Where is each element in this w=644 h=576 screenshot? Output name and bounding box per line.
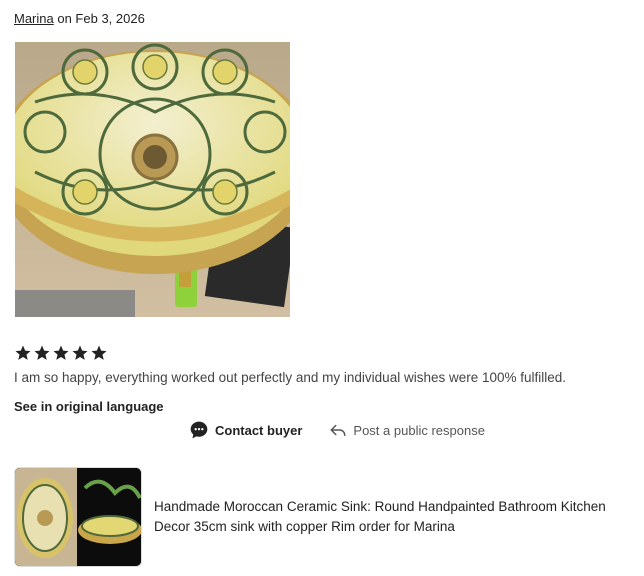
star-icon — [34, 345, 50, 360]
chat-bubble-icon — [190, 421, 208, 439]
review-actions: Contact buyer Post a public response — [189, 420, 485, 440]
contact-buyer-label: Contact buyer — [215, 422, 303, 438]
contact-buyer-button[interactable]: Contact buyer — [189, 420, 302, 440]
see-original-language-link[interactable]: See in original language — [14, 399, 164, 414]
review-text: I am so happy, everything worked out per… — [14, 370, 567, 385]
reply-arrow-icon — [330, 424, 346, 436]
listing-image — [15, 468, 141, 566]
listing-thumbnail — [14, 467, 142, 567]
post-public-response-button[interactable]: Post a public response — [329, 421, 485, 439]
reviewer-name-link[interactable]: Marina — [14, 11, 54, 26]
ceramic-sink-image — [15, 42, 290, 317]
post-public-response-label: Post a public response — [353, 422, 485, 438]
star-icon — [53, 345, 69, 360]
star-icon — [91, 345, 107, 360]
star-icon — [15, 345, 31, 360]
listing-title: Handmade Moroccan Ceramic Sink: Round Ha… — [154, 499, 606, 534]
listing-card[interactable]: Handmade Moroccan Ceramic Sink: Round Ha… — [14, 467, 614, 567]
rating-stars — [14, 344, 108, 362]
review-date: on Feb 3, 2026 — [53, 11, 145, 26]
star-icon — [72, 345, 88, 360]
review-header: Marina on Feb 3, 2026 — [14, 11, 145, 26]
review-photo[interactable] — [15, 42, 290, 317]
